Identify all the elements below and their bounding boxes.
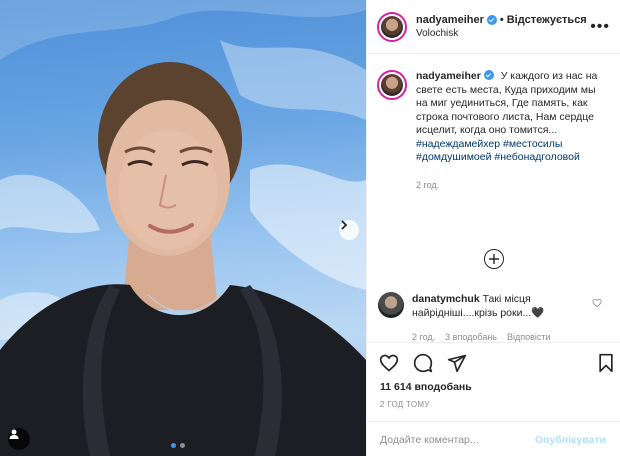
post-photo[interactable] (0, 0, 366, 456)
comment-item: danatymchuk Такі місця найрідніші....крі… (378, 292, 606, 344)
commenter-username[interactable]: danatymchuk (412, 293, 480, 305)
like-heart-icon[interactable] (379, 353, 399, 373)
plus-icon (489, 254, 499, 264)
comment-like-button[interactable] (592, 298, 602, 311)
selfie-image (0, 0, 366, 456)
caption-time: 2 год. (416, 179, 440, 190)
next-photo-button[interactable] (339, 220, 359, 240)
share-icon[interactable] (447, 353, 467, 373)
comment-icon[interactable] (413, 353, 433, 373)
carousel-dot-active (171, 443, 176, 448)
more-options-icon[interactable]: ••• (590, 18, 610, 35)
commenter-avatar[interactable] (378, 292, 404, 318)
user-icon (9, 429, 19, 439)
location-link[interactable]: Volochisk (416, 28, 590, 39)
post-caption: nadyameiher У каждого из нас на свете ес… (367, 54, 620, 192)
instagram-post: nadyameiher • Відстежується Volochisk ••… (0, 0, 620, 456)
post-actions: 11 614 вподобань 2 ГОД ТОМУ Опублікувати (366, 342, 620, 456)
bookmark-icon[interactable] (597, 353, 615, 373)
caption-username[interactable]: nadyameiher (416, 70, 481, 82)
author-username[interactable]: nadyameiher (416, 14, 484, 26)
hashtag-link[interactable]: #небонадголовой (494, 151, 579, 163)
likes-count[interactable]: 11 614 вподобань (380, 381, 472, 393)
hashtag-link[interactable]: #местосилы (503, 138, 562, 150)
verified-badge-icon (486, 15, 497, 25)
heart-icon (592, 298, 602, 308)
caption-avatar[interactable] (377, 70, 407, 100)
add-comment-bar: Опублікувати (366, 421, 620, 456)
post-timestamp: 2 ГОД ТОМУ (380, 400, 430, 409)
hashtag-link[interactable]: #домдушимоей (416, 151, 491, 163)
chevron-right-icon (341, 220, 348, 230)
author-avatar[interactable] (377, 11, 407, 42)
publish-button[interactable]: Опублікувати (535, 434, 606, 446)
load-more-comments-button[interactable] (484, 249, 504, 269)
carousel-indicator (171, 443, 185, 448)
header-separator: • (499, 14, 504, 26)
comment-input[interactable] (380, 433, 535, 446)
hashtag-link[interactable]: #надеждамейхер (416, 138, 500, 150)
follow-button[interactable]: Відстежується (507, 14, 587, 26)
carousel-dot (180, 443, 185, 448)
post-header: nadyameiher • Відстежується Volochisk ••… (367, 0, 620, 54)
verified-badge-icon (483, 70, 494, 80)
tagged-users-button[interactable] (8, 428, 30, 450)
